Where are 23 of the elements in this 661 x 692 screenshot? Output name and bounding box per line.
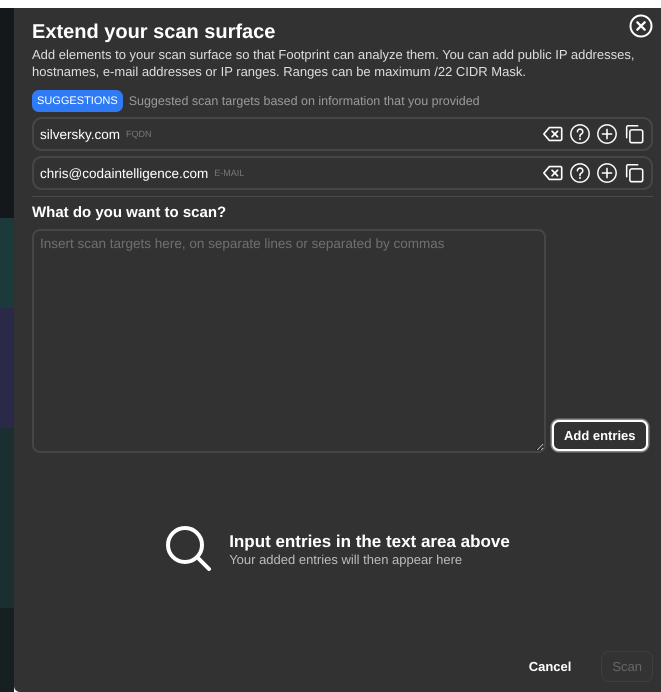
copy-icon[interactable] [623,162,645,184]
cancel-button[interactable]: Cancel [518,652,582,681]
search-icon [165,525,214,573]
add-entries-button[interactable]: Add entries [552,420,648,451]
help-icon[interactable] [569,162,591,184]
add-icon[interactable] [596,123,618,145]
close-button[interactable] [629,14,653,38]
suggestion-value: chris@codaintelligence.com [40,166,208,180]
scan-targets-field[interactable]: Insert scan targets here, on separate lines or separated by commas [32,229,546,453]
suggestions-badge: SUGGESTIONS [32,90,123,112]
dialog-description: Add elements to your scan surface so that Footprint can analyze them. You can add public IP addresses, hostnames, e-mail addresses or IP ranges. Ranges can be maximum /22 CIDR Mask. [32,46,636,80]
empty-state-subtitle: Your added entries will then appear here [229,552,464,566]
copy-icon[interactable] [623,123,645,145]
suggestion-type: E-MAIL [214,168,244,178]
suggestions-hint: Suggested scan targets based on information that you provided [128,94,480,108]
add-icon[interactable] [596,162,618,184]
close-icon [629,14,653,38]
help-icon[interactable] [569,123,591,145]
suggestion-type: FQDN [126,129,152,139]
dialog-title: Extend your scan surface [32,20,276,44]
empty-state-title: Input entries in the text area above [229,532,510,552]
suggestion-value: silversky.com [40,126,120,142]
scan-input-label: What do you want to scan? [32,203,228,223]
